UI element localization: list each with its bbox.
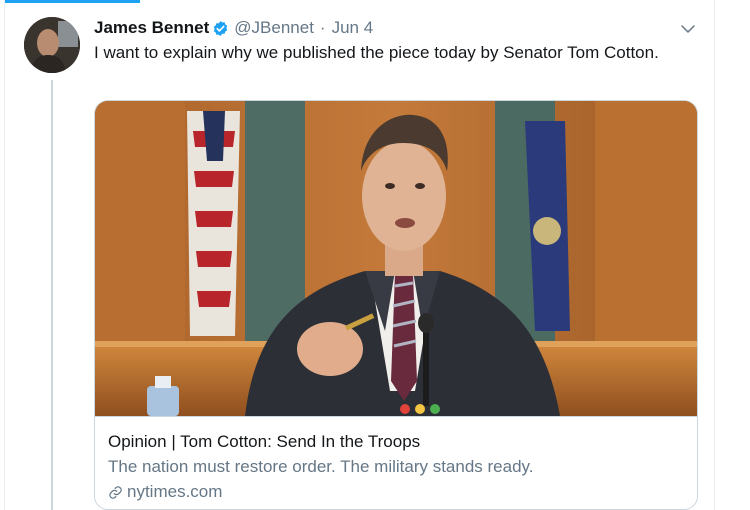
card-title[interactable]: Opinion | Tom Cotton: Send In the Troops	[108, 431, 685, 453]
card-domain[interactable]: nytimes.com	[127, 481, 222, 503]
author-avatar[interactable]	[24, 17, 80, 73]
card-link-row[interactable]: nytimes.com	[108, 481, 685, 503]
thread-connector-line	[51, 80, 53, 510]
header-separator: ·	[319, 18, 326, 37]
tweet-header: James Bennet @JBennet · Jun 4	[94, 17, 373, 39]
link-icon	[109, 485, 122, 499]
author-name[interactable]: James Bennet	[94, 18, 209, 38]
card-image	[95, 101, 697, 416]
author-handle[interactable]: @JBennet	[234, 18, 314, 38]
link-card[interactable]: Opinion | Tom Cotton: Send In the Troops…	[94, 100, 698, 510]
card-text-area[interactable]: Opinion | Tom Cotton: Send In the Troops…	[95, 416, 697, 509]
timeline-border-left	[4, 0, 5, 510]
avatar-photo	[24, 17, 80, 73]
verified-badge-icon	[214, 20, 228, 36]
tab-active-indicator	[5, 0, 140, 3]
tweet-text: I want to explain why we published the p…	[94, 43, 659, 62]
timeline-border-right	[714, 0, 715, 510]
card-description: The nation must restore order. The milit…	[108, 457, 534, 476]
chevron-down-icon[interactable]	[679, 20, 697, 38]
tweet-date[interactable]: Jun 4	[332, 18, 374, 38]
